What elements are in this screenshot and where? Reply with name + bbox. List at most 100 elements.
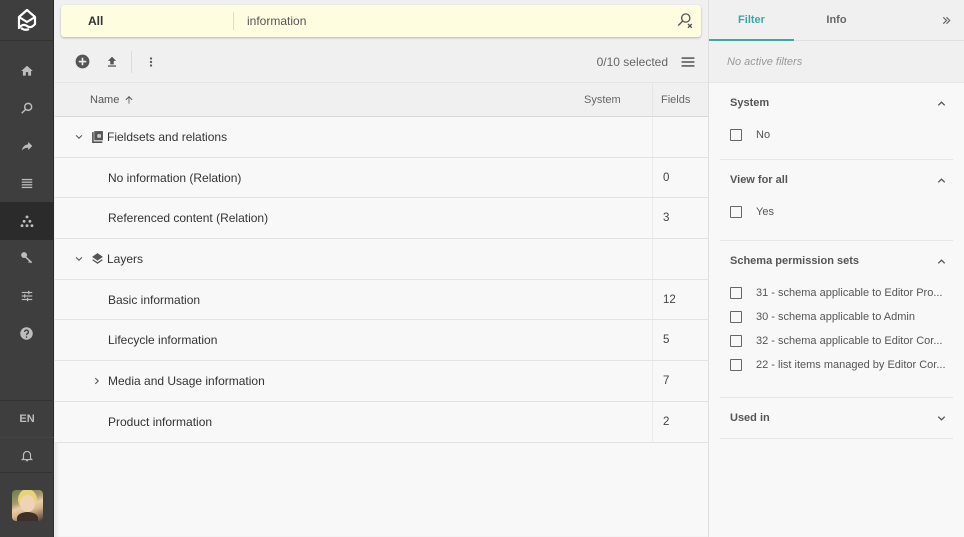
row-fields: 12 — [652, 279, 708, 320]
column-header-fields[interactable]: Fields — [652, 83, 708, 116]
filter-option[interactable]: 30 - schema applicable to Admin — [730, 305, 953, 329]
home-icon — [20, 65, 33, 76]
more-options-button[interactable] — [136, 47, 166, 77]
notifications-button[interactable] — [0, 437, 54, 472]
search-icon — [20, 102, 32, 115]
fieldset-icon — [90, 130, 104, 144]
filter-option-label: No — [756, 129, 771, 141]
filter-section-header[interactable]: Used in — [720, 398, 953, 438]
row-name: Media and Usage information — [108, 373, 265, 388]
bell-icon — [20, 450, 34, 461]
filter-section-system: System No — [720, 83, 953, 160]
table-row[interactable]: Basic information 12 — [55, 279, 708, 321]
search-bar: All — [61, 5, 701, 37]
key-icon — [20, 252, 32, 264]
filter-option[interactable]: 22 - list items managed by Editor Cor... — [730, 353, 953, 377]
filter-option-label: 31 - schema applicable to Editor Pro... — [756, 287, 943, 299]
layers-icon — [90, 252, 104, 266]
main-navigation: EN — [0, 0, 54, 537]
nav-schema[interactable] — [0, 202, 53, 240]
group-label: Fieldsets and relations — [107, 129, 228, 144]
checkbox[interactable] — [730, 287, 742, 299]
group-label: Layers — [107, 251, 144, 266]
filter-option[interactable]: 32 - schema applicable to Editor Cor... — [730, 329, 953, 353]
add-button[interactable] — [67, 47, 97, 77]
table-row[interactable]: Product information 2 — [55, 401, 708, 443]
selection-count: 0/10 selected — [596, 54, 668, 69]
filter-section-header[interactable]: Schema permission sets — [720, 241, 953, 281]
chevron-down-icon[interactable] — [72, 252, 86, 266]
filter-section-title: View for all — [730, 174, 788, 186]
search-input[interactable] — [234, 5, 669, 37]
view-options-button[interactable] — [676, 47, 700, 77]
checkbox[interactable] — [730, 359, 742, 371]
column-header-system[interactable]: System — [584, 94, 652, 106]
nav-settings[interactable] — [0, 277, 53, 315]
checkbox[interactable] — [730, 129, 742, 141]
table-row[interactable]: Referenced content (Relation) 3 — [55, 198, 708, 240]
add-circle-icon — [75, 54, 89, 69]
row-name: Product information — [108, 414, 213, 429]
collapse-panel-button[interactable] — [934, 8, 958, 32]
chevron-up-icon — [937, 100, 946, 106]
filter-option[interactable]: Yes — [730, 200, 953, 224]
checkbox[interactable] — [730, 335, 742, 347]
main-content: All 0/10 selected Name — [55, 0, 708, 537]
app-logo[interactable] — [0, 0, 53, 41]
language-switcher[interactable]: EN — [0, 400, 54, 437]
chevron-right-icon[interactable] — [90, 374, 104, 388]
tab-filter[interactable]: Filter — [709, 0, 794, 41]
clear-search-button[interactable] — [669, 5, 701, 37]
nav-home[interactable] — [0, 52, 53, 90]
filter-option-label: 30 - schema applicable to Admin — [756, 311, 915, 323]
filter-section-header[interactable]: System — [720, 83, 953, 123]
logo-icon — [17, 8, 36, 31]
group-row-fieldsets[interactable]: Fieldsets and relations — [55, 117, 708, 158]
row-name: Basic information — [108, 292, 201, 307]
filter-option[interactable]: No — [730, 123, 953, 147]
nav-permissions[interactable] — [0, 240, 53, 278]
filter-section-title: Schema permission sets — [730, 255, 860, 267]
checkbox[interactable] — [730, 206, 742, 218]
row-fields: 0 — [652, 157, 708, 198]
panel-tabs: Filter Info — [709, 0, 964, 41]
table-header: Name System Fields — [55, 83, 708, 117]
toolbar-separator — [131, 50, 132, 73]
filter-section-title: System — [730, 97, 770, 109]
tab-info[interactable]: Info — [794, 0, 879, 40]
nav-search[interactable] — [0, 90, 53, 128]
group-row-layers[interactable]: Layers — [55, 239, 708, 280]
nav-list[interactable] — [0, 165, 53, 203]
filter-section-schema-permission-sets: Schema permission sets 31 - schema appli… — [720, 241, 953, 398]
filter-option-label: 22 - list items managed by Editor Cor... — [756, 359, 946, 371]
avatar — [11, 489, 43, 521]
schema-table: Fieldsets and relations No information (… — [55, 117, 708, 443]
tune-icon — [21, 290, 32, 301]
hierarchy-icon — [20, 215, 33, 227]
filter-section-view-for-all: View for all Yes — [720, 160, 953, 241]
checkbox[interactable] — [730, 311, 742, 323]
table-row[interactable]: Lifecycle information 5 — [55, 320, 708, 362]
filter-option-label: Yes — [756, 206, 774, 218]
filter-section-header[interactable]: View for all — [720, 160, 953, 200]
help-icon — [20, 327, 33, 340]
column-header-name[interactable]: Name — [55, 94, 584, 106]
chevron-down-icon[interactable] — [72, 130, 86, 144]
column-header-name-label: Name — [90, 93, 120, 106]
row-name: Referenced content (Relation) — [108, 211, 269, 226]
search-scope-selector[interactable]: All — [61, 5, 233, 37]
chevron-up-icon — [937, 258, 946, 264]
row-fields: 7 — [652, 361, 708, 401]
upload-icon — [107, 56, 117, 67]
nav-help[interactable] — [0, 315, 53, 353]
upload-button[interactable] — [97, 47, 127, 77]
more-vertical-icon — [149, 56, 153, 67]
chevron-up-icon — [937, 177, 946, 183]
user-profile-button[interactable] — [0, 472, 54, 537]
table-row[interactable]: No information (Relation) 0 — [55, 157, 708, 199]
toolbar: 0/10 selected — [55, 41, 708, 83]
table-row[interactable]: Media and Usage information 7 — [55, 361, 708, 402]
filter-option[interactable]: 31 - schema applicable to Editor Pro... — [730, 281, 953, 305]
active-filters-status: No active filters — [709, 41, 964, 83]
nav-share[interactable] — [0, 127, 53, 165]
